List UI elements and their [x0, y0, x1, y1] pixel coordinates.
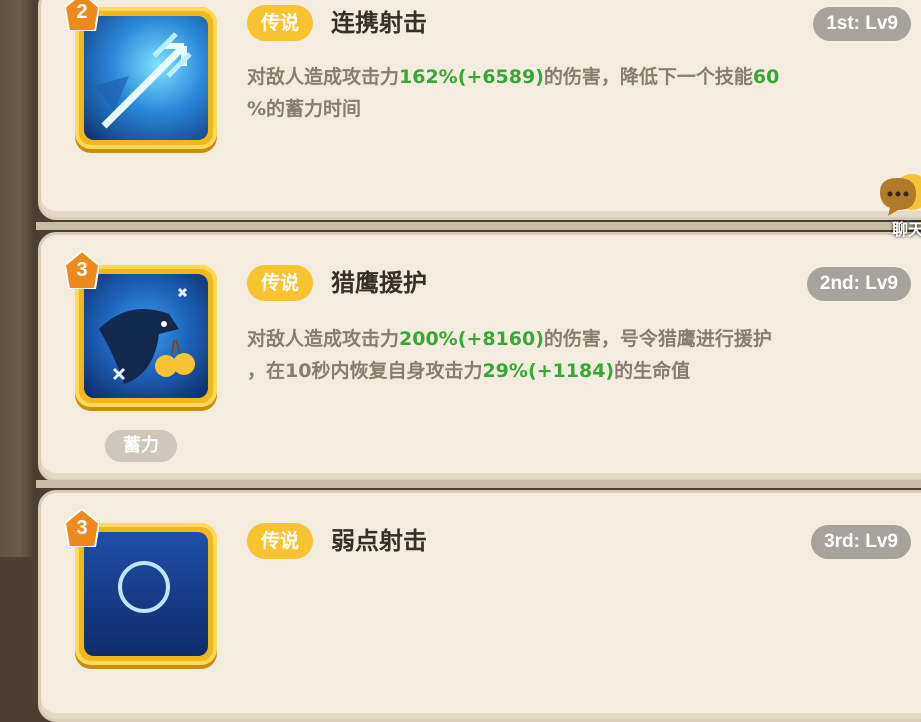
badge-number: 2: [76, 1, 88, 23]
left-frame: [0, 0, 34, 557]
skill-card-1[interactable]: 2 传说 连携射击 1st: Lv9 对敌人造成攻击力162%(+6589)的伤…: [38, 0, 921, 220]
skill-level-pill: 2nd: Lv9: [806, 267, 911, 301]
skill-icon-frame: 3: [65, 509, 217, 665]
skill-icon-frame: 2: [65, 0, 217, 149]
rarity-badge: 传说: [247, 5, 314, 41]
charge-tag: 蓄力: [105, 430, 177, 462]
skill-name: 连携射击: [331, 9, 427, 37]
chat-label: 聊天: [892, 220, 921, 239]
skill-card-3[interactable]: 3 传说 弱点射击 3rd: Lv9: [38, 490, 921, 722]
rarity-badge: 传说: [247, 523, 314, 559]
badge-number: 3: [76, 259, 88, 281]
skill-level-pill: 3rd: Lv9: [811, 525, 911, 559]
skill-name: 弱点射击: [331, 527, 427, 555]
weak-point-icon: [118, 561, 170, 613]
skill-order-badge: 3: [65, 509, 99, 547]
badge-number: 3: [76, 517, 88, 539]
card-divider: [36, 222, 921, 230]
skill-description: 对敌人造成攻击力162%(+6589)的伤害，降低下一个技能60 %的蓄力时间: [247, 66, 780, 120]
skill-description: 对敌人造成攻击力200%(+8160)的伤害，号令猎鹰进行援护 ，在10秒内恢复自…: [247, 328, 772, 382]
skill-card-2[interactable]: 3 蓄力 传说 猎鹰援护 2nd: Lv9 对敌人造成攻击力200%(+8160…: [38, 232, 921, 482]
skill-name: 猎鹰援护: [331, 269, 427, 297]
rarity-badge: 传说: [247, 265, 314, 301]
trident-icon: [94, 32, 192, 129]
chat-button[interactable]: 聊天: [872, 170, 921, 250]
skill-order-badge: 3: [65, 251, 99, 289]
falcon-icon: [99, 287, 195, 384]
skill-icon-frame: 3: [65, 251, 217, 407]
skill-order-badge: 2: [65, 0, 99, 31]
skill-level-pill: 1st: Lv9: [813, 7, 911, 41]
card-divider: [36, 480, 921, 488]
